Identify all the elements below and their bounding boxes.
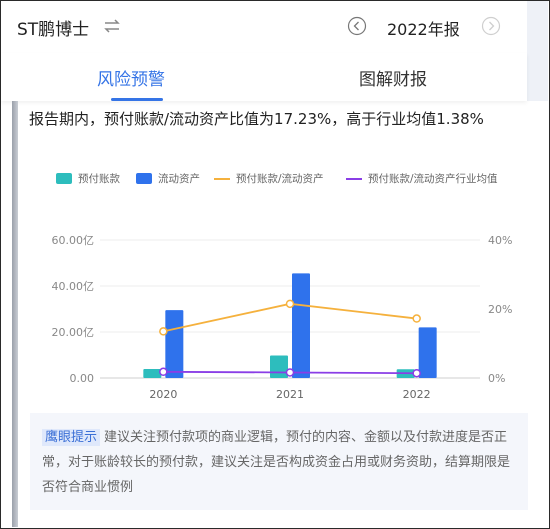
legend-label: 预付账款/流动资产	[236, 173, 324, 185]
point-ratio	[285, 299, 295, 309]
summary-text: 报告期内，预付账款/流动资产比值为17.23%，高于行业均值1.38%	[29, 110, 484, 128]
legend-label: 预付账款	[78, 173, 120, 185]
legend-label: 流动资产	[158, 173, 200, 185]
point-ratio	[159, 327, 168, 336]
y-left-tick-label: 40.00亿	[52, 280, 95, 293]
chevron-right-circle-icon[interactable]	[481, 16, 501, 40]
point-ratio	[412, 314, 421, 323]
point-industry-avg	[159, 367, 168, 377]
side-strip	[527, 1, 548, 101]
tab-risk-warning[interactable]: 风险预警	[97, 65, 165, 90]
bar-current-assets	[418, 327, 437, 378]
active-tab-indicator	[111, 98, 163, 101]
tip-text-block: 鹰眼提示 建议关注预付款项的商业逻辑，预付的内容、金额以及付款进度是否正常，对于账…	[42, 425, 522, 500]
combo-chart: 60.00亿 40.00亿 20.00亿 0.00 40% 20% 0% 2020 2021 20…	[52, 234, 513, 401]
left-rail	[12, 101, 18, 527]
y-left-tick-label: 0.00	[70, 372, 95, 385]
legend-swatch	[346, 178, 362, 180]
bar-current-assets	[165, 310, 184, 378]
point-industry-avg	[285, 368, 295, 377]
chevron-left-circle-icon[interactable]	[347, 16, 367, 40]
y-right-tick-label: 40%	[488, 234, 512, 247]
y-left-tick-label: 60.00亿	[52, 234, 95, 247]
tip-tag: 鹰眼提示	[42, 429, 101, 446]
x-tick-label: 2021	[276, 388, 304, 401]
bar-current-assets	[292, 273, 310, 378]
point-industry-avg	[412, 368, 421, 378]
bar-prepayments	[270, 355, 288, 378]
bar-prepayments	[143, 369, 162, 378]
report-year-label: 2022年报	[387, 20, 460, 39]
tab-chart-report[interactable]: 图解财报	[359, 65, 427, 90]
y-right-tick-label: 0%	[488, 372, 505, 385]
swap-icon[interactable]	[103, 18, 121, 37]
legend-swatch	[56, 173, 72, 184]
legend-label: 预付账款/流动资产行业均值	[368, 173, 498, 185]
tip-body: 建议关注预付款项的商业逻辑，预付的内容、金额以及付款进度是否正常，对于账龄较长的…	[42, 430, 511, 495]
legend-swatch	[214, 178, 230, 180]
x-tick-label: 2022	[403, 388, 431, 401]
company-name[interactable]: ST鹏博士	[17, 15, 89, 40]
y-left-tick-label: 20.00亿	[52, 326, 95, 339]
legend-swatch	[136, 173, 152, 184]
header-bar: ST鹏博士 2022年报	[1, 1, 527, 53]
x-tick-label: 2020	[149, 388, 177, 401]
tab-bar: 风险预警 图解财报	[1, 53, 527, 101]
y-right-tick-label: 20%	[488, 303, 512, 316]
hawk-eye-tip: 鹰眼提示 建议关注预付款项的商业逻辑，预付的内容、金额以及付款进度是否正常，对于账…	[30, 413, 528, 510]
